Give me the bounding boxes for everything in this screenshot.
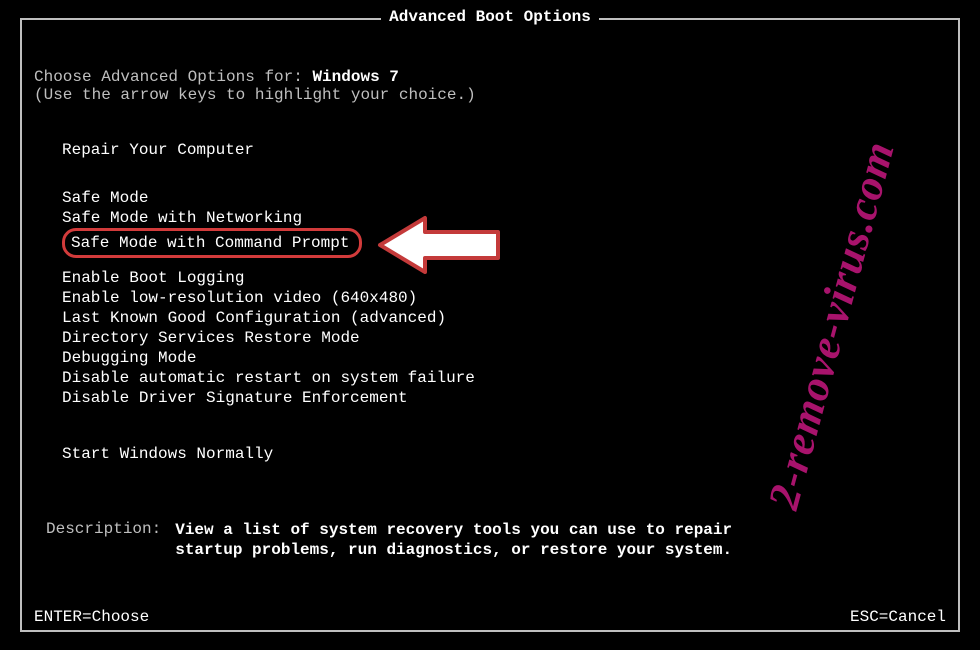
menu-item-safe-mode[interactable]: Safe Mode [62,188,946,208]
choose-prefix: Choose Advanced Options for: [34,68,312,86]
menu-group-repair: Repair Your Computer [34,140,946,160]
description-label: Description: [46,520,161,560]
menu-item-safe-cmd[interactable]: Safe Mode with Command Prompt [62,228,362,258]
footer-enter: ENTER=Choose [34,608,149,626]
footer-esc: ESC=Cancel [850,608,946,626]
highlighted-wrap: Safe Mode with Command Prompt [62,228,362,258]
description-text: View a list of system recovery tools you… [175,520,735,560]
menu-item-debugging[interactable]: Debugging Mode [62,348,946,368]
menu-item-repair[interactable]: Repair Your Computer [62,140,946,160]
page-title: Advanced Boot Options [381,8,599,26]
menu-item-last-known-good[interactable]: Last Known Good Configuration (advanced) [62,308,946,328]
title-bar: Advanced Boot Options [22,8,958,26]
menu-group-normal: Start Windows Normally [34,444,946,464]
menu-group-advanced: Enable Boot Logging Enable low-resolutio… [34,268,946,408]
arrow-key-hint: (Use the arrow keys to highlight your ch… [34,86,946,104]
menu-item-disable-restart[interactable]: Disable automatic restart on system fail… [62,368,946,388]
choose-line: Choose Advanced Options for: Windows 7 [34,68,946,86]
description-block: Description: View a list of system recov… [34,520,946,560]
content-area: Choose Advanced Options for: Windows 7 (… [22,20,958,560]
menu-item-ds-restore[interactable]: Directory Services Restore Mode [62,328,946,348]
menu-item-low-res[interactable]: Enable low-resolution video (640x480) [62,288,946,308]
boot-options-frame: Advanced Boot Options Choose Advanced Op… [20,18,960,632]
arrow-left-icon [370,210,510,285]
footer-bar: ENTER=Choose ESC=Cancel [34,608,946,626]
menu-item-start-normally[interactable]: Start Windows Normally [62,444,946,464]
os-name: Windows 7 [312,68,398,86]
menu-item-disable-sig[interactable]: Disable Driver Signature Enforcement [62,388,946,408]
